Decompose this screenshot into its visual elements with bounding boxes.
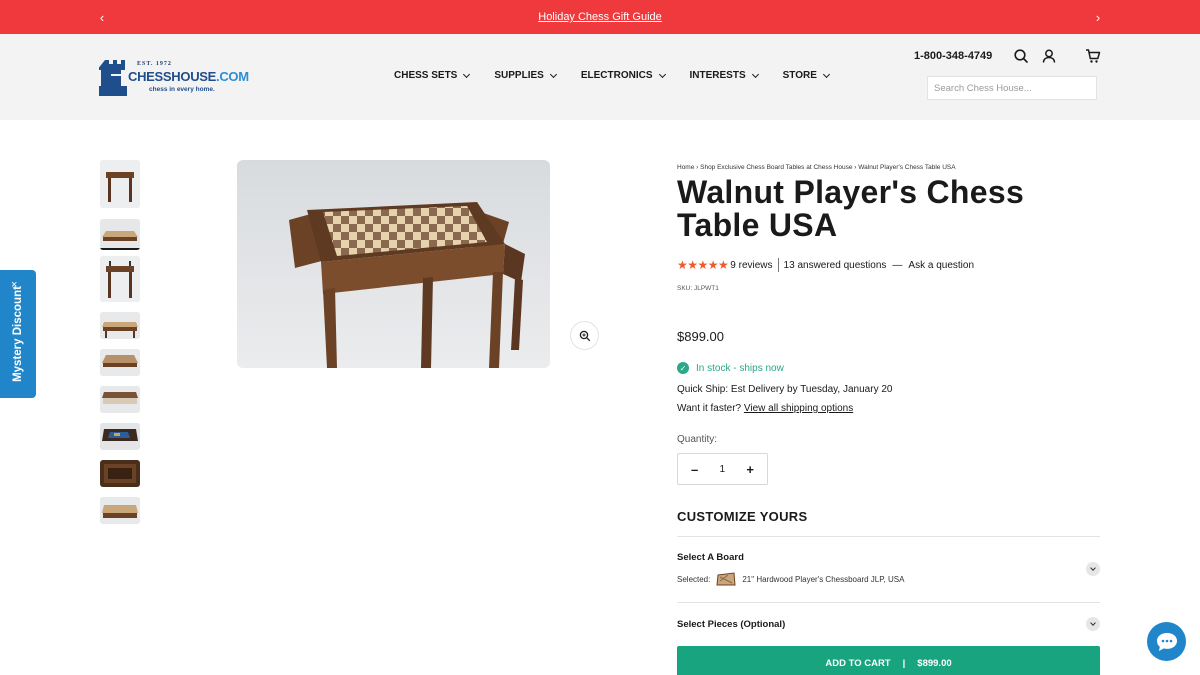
add-to-cart-button[interactable]: ADD TO CART | $899.00 (677, 646, 1100, 675)
thumbnail[interactable] (100, 160, 140, 208)
thumbnail[interactable] (100, 312, 140, 339)
decrease-button[interactable]: – (691, 462, 698, 477)
logo-brand: CHESSHOUSE.COM (128, 69, 249, 84)
check-icon: ✓ (677, 362, 689, 374)
search-input[interactable] (927, 76, 1097, 100)
quick-ship-text: Quick Ship: Est Delivery by Tuesday, Jan… (677, 384, 893, 395)
selected-label: Selected: (677, 574, 711, 584)
quantity-label: Quantity: (677, 434, 718, 445)
questions-link[interactable]: 13 answered questions (784, 260, 887, 271)
cart-icon[interactable] (1085, 48, 1101, 64)
selected-board: Selected: 21" Hardwood Player's Chessboa… (677, 571, 904, 587)
cart-divider: | (902, 658, 906, 669)
divider (777, 258, 779, 272)
logo-tagline: chess in every home. (149, 86, 215, 93)
thumbnail[interactable] (100, 423, 140, 450)
nav-chess-sets[interactable]: CHESS SETS (394, 70, 471, 81)
nav-electronics[interactable]: ELECTRONICS (581, 70, 666, 81)
price: $899.00 (677, 329, 724, 344)
zoom-in-icon (579, 330, 590, 341)
chat-icon (1156, 632, 1177, 651)
chevron-left-icon[interactable]: ‹ (90, 0, 114, 34)
cart-price: $899.00 (917, 658, 952, 669)
logo-est: EST. 1972 (137, 61, 172, 67)
stock-status: ✓ In stock - ships now (677, 362, 784, 374)
announcement-link[interactable]: Holiday Chess Gift Guide (538, 11, 662, 23)
faster-prefix: Want it faster? (677, 403, 742, 414)
quantity-stepper: – 1 + (677, 453, 768, 485)
chess-table-image (289, 202, 525, 368)
main-product-image[interactable] (237, 160, 550, 368)
stock-text: In stock - ships now (696, 362, 784, 374)
site-header: EST. 1972 CHESSHOUSE.COM chess in every … (0, 34, 1200, 120)
page-title: Walnut Player's Chess Table USA (677, 174, 1025, 243)
selected-value: 21" Hardwood Player's Chessboard JLP, US… (742, 574, 905, 584)
chevron-down-icon (1090, 620, 1096, 626)
main-nav: CHESS SETS SUPPLIES ELECTRONICS INTEREST… (394, 70, 854, 81)
thumbnail[interactable] (100, 219, 140, 250)
chevron-down-icon (822, 70, 830, 78)
thumbnail[interactable] (100, 460, 140, 487)
cart-label: ADD TO CART (825, 658, 891, 669)
mystery-discount-label: Mystery Discount (12, 286, 24, 382)
quantity-value[interactable]: 1 (720, 464, 726, 475)
phone-number[interactable]: 1-800-348-4749 (914, 50, 992, 62)
nav-store[interactable]: STORE (783, 70, 830, 81)
announcement-bar: ‹ Holiday Chess Gift Guide › (0, 0, 1200, 34)
increase-button[interactable]: + (746, 462, 754, 477)
expand-board-button[interactable] (1086, 562, 1100, 576)
thumbnail[interactable] (100, 349, 140, 376)
breadcrumb[interactable]: Home › Shop Exclusive Chess Board Tables… (677, 164, 956, 171)
board-swatch-icon (716, 572, 736, 586)
thumbnail[interactable] (100, 497, 140, 524)
thumbnail[interactable] (100, 386, 140, 413)
chevron-right-icon[interactable]: › (1086, 0, 1110, 34)
expand-pieces-button[interactable] (1086, 617, 1100, 631)
chevron-down-icon (1090, 565, 1096, 571)
mystery-discount-tab[interactable]: × Mystery Discount (0, 270, 36, 398)
dash: — (892, 259, 903, 271)
nav-interests[interactable]: INTERESTS (690, 70, 759, 81)
customize-heading: CUSTOMIZE YOURS (677, 509, 808, 524)
chat-button[interactable] (1147, 622, 1186, 661)
chevron-down-icon (549, 70, 557, 78)
search-icon[interactable] (1013, 48, 1029, 64)
star-rating[interactable]: ★★★★★ (677, 258, 729, 272)
site-logo[interactable]: EST. 1972 CHESSHOUSE.COM chess in every … (99, 56, 259, 100)
select-board-title[interactable]: Select A Board (677, 552, 744, 563)
sku: SKU: JLPWT1 (677, 285, 719, 292)
chevron-down-icon (751, 70, 759, 78)
thumbnail[interactable] (100, 256, 140, 302)
reviews-link[interactable]: 9 reviews (730, 260, 772, 271)
account-icon[interactable] (1041, 48, 1057, 64)
chevron-down-icon (658, 70, 666, 78)
rating-row: ★★★★★ 9 reviews 13 answered questions — … (677, 258, 974, 272)
shipping-options-link[interactable]: View all shipping options (744, 403, 853, 414)
divider (677, 602, 1100, 603)
chevron-down-icon (463, 70, 471, 78)
nav-supplies[interactable]: SUPPLIES (494, 70, 557, 81)
select-pieces-title[interactable]: Select Pieces (Optional) (677, 619, 785, 630)
faster-shipping: Want it faster? View all shipping option… (677, 403, 853, 414)
zoom-button[interactable] (570, 321, 599, 350)
divider (677, 536, 1100, 537)
ask-question-link[interactable]: Ask a question (908, 260, 974, 271)
